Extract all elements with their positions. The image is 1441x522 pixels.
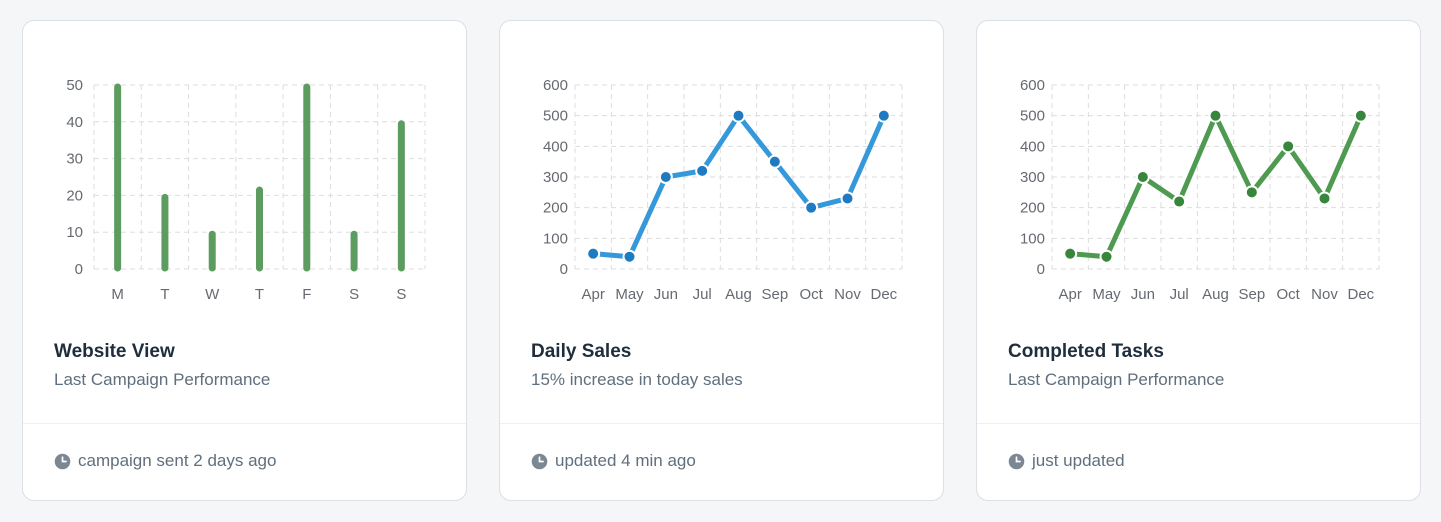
data-point: [1353, 108, 1368, 123]
y-tick-label: 300: [543, 169, 568, 186]
x-tick-label: Oct: [799, 286, 823, 303]
y-tick-label: 200: [543, 200, 568, 217]
data-point: [1099, 249, 1114, 264]
y-tick-label: 600: [543, 77, 568, 94]
website-view-card: 0 10 20 30 40 50 M T W T F S S Website View Last Cam…: [22, 20, 467, 501]
card-subtitle: Last Campaign Performance: [54, 370, 271, 389]
x-tick-label: Nov: [1311, 286, 1338, 303]
footer-text: campaign sent 2 days ago: [78, 451, 277, 470]
y-tick-label: 50: [66, 77, 83, 94]
series-line: [1067, 113, 1364, 260]
card-footer: updated 4 min ago: [531, 451, 696, 471]
x-tick-label: Jul: [1170, 286, 1189, 303]
card-title: Daily Sales: [531, 341, 632, 362]
x-tick-label: Aug: [1202, 286, 1229, 303]
y-tick-label: 400: [543, 138, 568, 155]
x-tick-label: Jun: [1131, 286, 1155, 303]
x-tick-label: F: [302, 286, 311, 303]
y-tick-label: 100: [1020, 230, 1045, 247]
card-title: Website View: [54, 341, 175, 362]
x-tick-label: Apr: [581, 286, 604, 303]
y-tick-label: 100: [543, 230, 568, 247]
y-tick-label: 10: [66, 224, 83, 241]
card-subtitle: 15% increase in today sales: [531, 370, 743, 389]
x-tick-label: S: [349, 286, 359, 303]
x-tick-label: Oct: [1276, 286, 1300, 303]
data-point: [767, 154, 782, 169]
y-tick-label: 200: [1020, 200, 1045, 217]
x-tick-label: Nov: [834, 286, 861, 303]
daily-sales-line-chart: 0 100 200 300 400 500 600 Apr May Jun Jul Aug Sep Oct…: [543, 77, 903, 303]
data-point: [1172, 194, 1187, 209]
data-point: [804, 200, 819, 215]
series-line: [590, 113, 887, 260]
x-tick-label: May: [1092, 286, 1121, 303]
x-tick-label: Aug: [725, 286, 752, 303]
y-tick-label: 300: [1020, 169, 1045, 186]
completed-tasks-line-chart: 0 100 200 300 400 500 600 Apr May Jun Jul Aug Sep Oct…: [1020, 77, 1380, 303]
website-view-bar-chart: 0 10 20 30 40 50 M T W T F S S: [66, 77, 426, 303]
card-subtitle: Last Campaign Performance: [1008, 370, 1225, 389]
data-point: [1063, 246, 1078, 261]
data-point: [1135, 170, 1150, 184]
x-tick-label: T: [255, 286, 264, 303]
data-point: [731, 108, 746, 123]
data-point: [1317, 191, 1332, 206]
daily-sales-chart: 0 100 200 300 400 500 600 Apr May Jun Jul Aug Sep Oct…: [500, 21, 943, 331]
data-point: [1281, 139, 1296, 154]
footer-text: updated 4 min ago: [555, 451, 696, 470]
data-point: [658, 170, 673, 184]
card-footer: campaign sent 2 days ago: [54, 451, 276, 471]
y-tick-label: 0: [560, 261, 568, 278]
x-tick-label: Dec: [1347, 286, 1374, 303]
x-tick-label: Apr: [1058, 286, 1081, 303]
clock-icon: [1008, 453, 1025, 469]
card-divider: [977, 423, 1420, 424]
data-point: [876, 108, 891, 123]
y-tick-label: 40: [66, 114, 83, 131]
clock-icon: [54, 453, 71, 469]
x-tick-label: Jul: [693, 286, 712, 303]
x-tick-label: Dec: [870, 286, 897, 303]
card-divider: [23, 423, 466, 424]
x-tick-label: Sep: [761, 286, 788, 303]
completed-tasks-card: 0 100 200 300 400 500 600 Apr May Jun Jul Aug Sep Oct…: [976, 20, 1421, 501]
data-point: [586, 246, 601, 261]
card-footer: just updated: [1008, 451, 1125, 471]
website-view-chart: 0 10 20 30 40 50 M T W T F S S: [23, 21, 466, 331]
clock-icon: [531, 453, 548, 469]
card-title: Completed Tasks: [1008, 341, 1164, 362]
y-tick-label: 20: [66, 187, 83, 204]
y-tick-label: 0: [75, 261, 83, 278]
footer-text: just updated: [1032, 451, 1125, 470]
y-tick-label: 500: [543, 108, 568, 125]
x-tick-label: M: [111, 286, 124, 303]
dashboard-cards: 0 10 20 30 40 50 M T W T F S S Website View Last Cam…: [0, 0, 1441, 522]
daily-sales-card: 0 100 200 300 400 500 600 Apr May Jun Jul Aug Sep Oct…: [499, 20, 944, 501]
x-tick-label: W: [205, 286, 220, 303]
y-tick-label: 0: [1037, 261, 1045, 278]
x-tick-label: Jun: [654, 286, 678, 303]
y-tick-label: 400: [1020, 138, 1045, 155]
completed-tasks-chart: 0 100 200 300 400 500 600 Apr May Jun Jul Aug Sep Oct…: [977, 21, 1420, 331]
x-tick-label: T: [160, 286, 169, 303]
x-tick-label: S: [396, 286, 406, 303]
y-tick-label: 30: [66, 151, 83, 168]
data-point: [1208, 108, 1223, 123]
x-tick-label: Sep: [1238, 286, 1265, 303]
data-point: [840, 191, 855, 206]
data-point: [695, 163, 710, 178]
x-tick-label: May: [615, 286, 644, 303]
card-divider: [500, 423, 943, 424]
data-point: [1244, 185, 1259, 200]
y-tick-label: 600: [1020, 77, 1045, 94]
y-tick-label: 500: [1020, 108, 1045, 125]
data-point: [622, 249, 637, 264]
